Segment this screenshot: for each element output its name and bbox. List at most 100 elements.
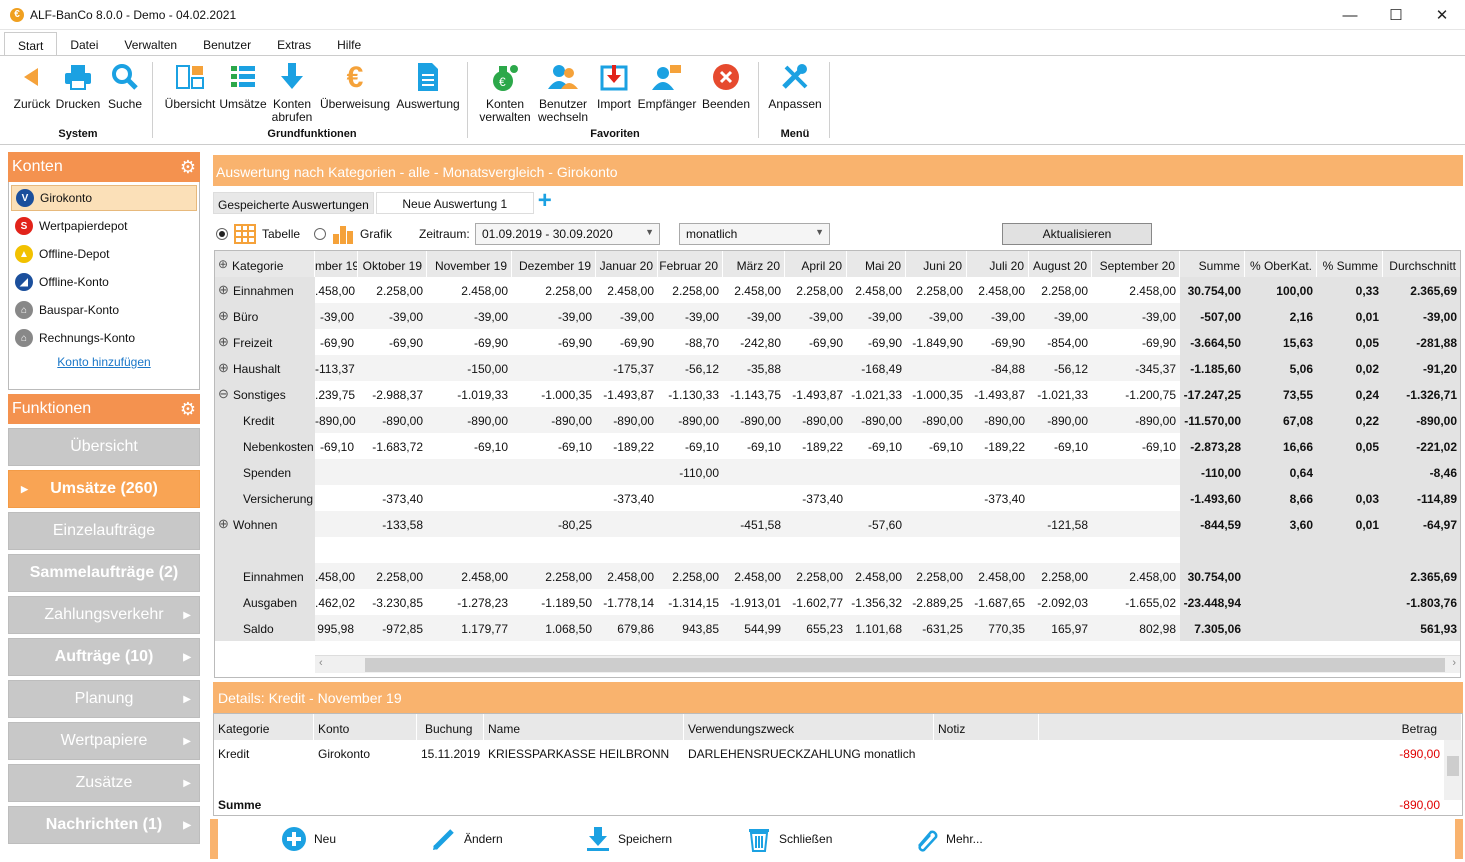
cell-sep-19[interactable]: -113,37 xyxy=(315,355,358,381)
cell-sep-20[interactable]: -345,37 xyxy=(1092,355,1180,381)
cell-jul-20[interactable]: -373,40 xyxy=(967,485,1029,511)
cell-summe-pct[interactable]: 0,22 xyxy=(1317,407,1383,433)
cell-dez-19[interactable]: -69,90 xyxy=(512,329,596,355)
col-header-notiz[interactable]: Notiz xyxy=(934,714,1039,740)
cell-dez-19[interactable]: -890,00 xyxy=(512,407,596,433)
function-wertpapiere[interactable]: Wertpapiere ▶ xyxy=(8,722,200,760)
table-row[interactable]: Wohnen ⊕ -133,58 -80,25 -451,58 -57,60 -121,58… xyxy=(215,511,1460,537)
cell-nov-19[interactable]: -890,00 xyxy=(427,407,512,433)
cell-mai-20[interactable]: -1.021,33 xyxy=(847,381,906,407)
close-button[interactable]: Schließen xyxy=(745,825,832,853)
table-row[interactable]: Saldo 995,98 -972,85 1.179,77 1.068,50 679,86… xyxy=(215,615,1460,641)
col-header-aug-20[interactable]: August 20 xyxy=(1029,251,1092,277)
cell-jun-20[interactable]: -631,25 xyxy=(906,615,967,641)
cell-sep-20[interactable]: -69,10 xyxy=(1092,433,1180,459)
cell-summe-pct[interactable] xyxy=(1317,563,1383,589)
table-row[interactable]: Kredit -890,00 -890,00 -890,00 -890,00 -890,0… xyxy=(215,407,1460,433)
cell-maerz-20[interactable]: -242,80 xyxy=(723,329,785,355)
account-item-offline-depot[interactable]: ▲ Offline-Depot xyxy=(11,241,197,267)
expand-icon[interactable]: ⊕ xyxy=(218,334,229,350)
cell-summe[interactable]: -11.570,00 xyxy=(1180,407,1245,433)
cell-jan-20[interactable]: -890,00 xyxy=(596,407,658,433)
cell-jan-20[interactable]: -1.493,87 xyxy=(596,381,658,407)
add-tab-icon[interactable]: + xyxy=(538,189,552,214)
vertical-scrollbar[interactable] xyxy=(1444,740,1462,800)
col-header-jul-20[interactable]: Juli 20 xyxy=(967,251,1029,277)
col-header-summe-pct[interactable]: % Summe xyxy=(1317,251,1383,277)
tab-hilfe[interactable]: Hilfe xyxy=(324,32,374,56)
gear-icon[interactable]: ⚙ xyxy=(180,399,196,420)
cell-maerz-20[interactable] xyxy=(723,459,785,485)
cell-sep-20[interactable]: -1.655,02 xyxy=(1092,589,1180,615)
cell-apr-20[interactable]: -69,90 xyxy=(785,329,847,355)
collapse-icon[interactable]: ⊖ xyxy=(218,386,229,402)
cell-aug-20[interactable]: 2.258,00 xyxy=(1029,563,1092,589)
cell-okt-19[interactable] xyxy=(358,459,427,485)
cell-oberkat[interactable]: 0,64 xyxy=(1245,459,1317,485)
cell-okt-19[interactable]: -1.683,72 xyxy=(358,433,427,459)
cell-maerz-20[interactable]: -1.913,01 xyxy=(723,589,785,615)
cell-summe-pct[interactable]: 0,02 xyxy=(1317,355,1383,381)
cell-nov-19[interactable] xyxy=(427,459,512,485)
col-header-apr-20[interactable]: April 20 xyxy=(785,251,847,277)
cell-durchschnitt[interactable]: -221,02 xyxy=(1383,433,1460,459)
cell-nov-19[interactable]: -69,90 xyxy=(427,329,512,355)
cell-feb-20[interactable]: -1.314,15 xyxy=(658,589,723,615)
col-header-summe[interactable]: Summe xyxy=(1180,251,1245,277)
cell-sep-19[interactable] xyxy=(315,537,358,563)
tab-start[interactable]: Start xyxy=(4,32,58,56)
close-window-icon[interactable]: ✕ xyxy=(1419,0,1465,30)
col-header-jan-20[interactable]: Januar 20 xyxy=(596,251,658,277)
cell-jul-20[interactable]: -1.493,87 xyxy=(967,381,1029,407)
cell-nov-19[interactable]: 1.179,77 xyxy=(427,615,512,641)
cell-maerz-20[interactable]: 2.458,00 xyxy=(723,563,785,589)
cell-okt-19[interactable]: -373,40 xyxy=(358,485,427,511)
scroll-left-icon[interactable]: ‹ xyxy=(319,657,323,669)
cell-sep-20[interactable] xyxy=(1092,485,1180,511)
function-einzelauftraege[interactable]: Einzelaufträge xyxy=(8,512,200,550)
cell-summe[interactable] xyxy=(1180,537,1245,563)
cell-oberkat[interactable] xyxy=(1245,563,1317,589)
cell-feb-20[interactable]: -110,00 xyxy=(658,459,723,485)
cell-oberkat[interactable]: 8,66 xyxy=(1245,485,1317,511)
account-item-wertpapierdepot[interactable]: S Wertpapierdepot xyxy=(11,213,197,239)
cell-aug-20[interactable]: -39,00 xyxy=(1029,303,1092,329)
cell-nov-19[interactable]: -1.019,33 xyxy=(427,381,512,407)
function-planung[interactable]: Planung ▶ xyxy=(8,680,200,718)
cell-aug-20[interactable]: 165,97 xyxy=(1029,615,1092,641)
cell-oberkat[interactable] xyxy=(1245,589,1317,615)
edit-button[interactable]: Ändern xyxy=(430,825,503,853)
cell-jun-20[interactable]: 2.258,00 xyxy=(906,277,967,303)
cell-okt-19[interactable]: -3.230,85 xyxy=(358,589,427,615)
cell-jan-20[interactable]: 2.458,00 xyxy=(596,563,658,589)
cell-maerz-20[interactable]: -451,58 xyxy=(723,511,785,537)
cell-nov-19[interactable] xyxy=(427,511,512,537)
cell-sep-20[interactable] xyxy=(1092,459,1180,485)
cell-jul-20[interactable] xyxy=(967,537,1029,563)
cell-dez-19[interactable] xyxy=(512,485,596,511)
cell-mai-20[interactable]: -69,90 xyxy=(847,329,906,355)
cell-jul-20[interactable] xyxy=(967,459,1029,485)
cell-summe[interactable]: -1.185,60 xyxy=(1180,355,1245,381)
cell-durchschnitt[interactable]: -91,20 xyxy=(1383,355,1460,381)
cell-jun-20[interactable] xyxy=(906,355,967,381)
scroll-right-icon[interactable]: › xyxy=(1452,657,1456,669)
tab-verwalten[interactable]: Verwalten xyxy=(111,32,190,56)
cell-oberkat[interactable]: 67,08 xyxy=(1245,407,1317,433)
cell-summe[interactable]: -110,00 xyxy=(1180,459,1245,485)
cell-sep-20[interactable]: -890,00 xyxy=(1092,407,1180,433)
cell-durchschnitt[interactable] xyxy=(1383,537,1460,563)
cell-dez-19[interactable]: -80,25 xyxy=(512,511,596,537)
cell-okt-19[interactable]: -890,00 xyxy=(358,407,427,433)
col-header-kategorie[interactable]: Kategorie xyxy=(214,714,314,740)
cell-maerz-20[interactable]: -39,00 xyxy=(723,303,785,329)
cell-feb-20[interactable]: 2.258,00 xyxy=(658,563,723,589)
cell-summe-pct[interactable]: 0,05 xyxy=(1317,433,1383,459)
konten-verwalten-button[interactable]: € Konten verwalten xyxy=(476,60,534,124)
cell-apr-20[interactable] xyxy=(785,537,847,563)
function-zusaetze[interactable]: Zusätze ▶ xyxy=(8,764,200,802)
col-header-betrag[interactable]: Betrag xyxy=(1039,714,1462,740)
cell-summe-pct[interactable]: 0,03 xyxy=(1317,485,1383,511)
cell-sep-19[interactable]: .239,75 xyxy=(315,381,358,407)
cell-mai-20[interactable]: -1.356,32 xyxy=(847,589,906,615)
